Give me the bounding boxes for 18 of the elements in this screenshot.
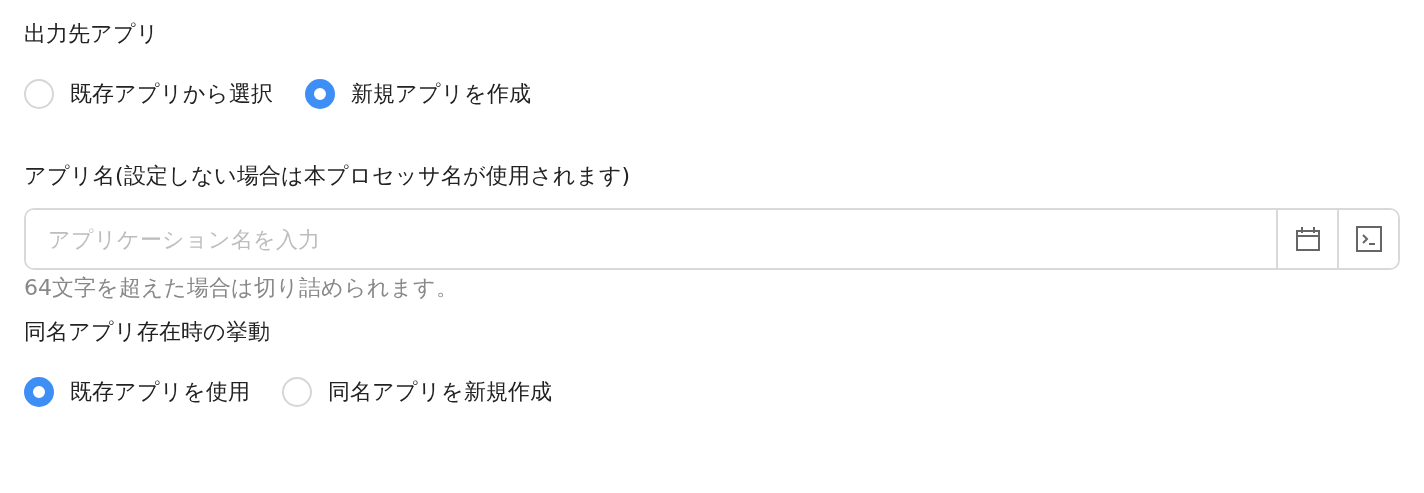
terminal-icon bbox=[1355, 226, 1382, 252]
radio-option[interactable]: 既存アプリを使用 bbox=[24, 377, 250, 407]
hint-text: 64文字を超えた場合は切り詰められます。 bbox=[24, 274, 459, 302]
section-label: 出力先アプリ bbox=[24, 20, 160, 48]
radio-option[interactable]: 同名アプリを新規作成 bbox=[282, 377, 552, 407]
app-name-field[interactable]: アプリケーション名を入力 bbox=[24, 208, 1400, 270]
radio-label: 既存アプリを使用 bbox=[70, 378, 250, 406]
field-label: アプリ名(設定しない場合は本プロセッサ名が使用されます) bbox=[24, 162, 632, 190]
section-label: 同名アプリ存在時の挙動 bbox=[24, 318, 271, 346]
calendar-icon bbox=[1294, 226, 1321, 252]
radio-label: 同名アプリを新規作成 bbox=[328, 378, 552, 406]
radio-option[interactable]: 既存アプリから選択 bbox=[24, 79, 273, 109]
radio-button[interactable] bbox=[305, 79, 335, 109]
radio-label: 新規アプリを作成 bbox=[351, 80, 531, 108]
terminal-button[interactable] bbox=[1337, 210, 1398, 268]
radio-option[interactable]: 新規アプリを作成 bbox=[305, 79, 531, 109]
radio-button[interactable] bbox=[24, 377, 54, 407]
radio-label: 既存アプリから選択 bbox=[70, 80, 273, 108]
